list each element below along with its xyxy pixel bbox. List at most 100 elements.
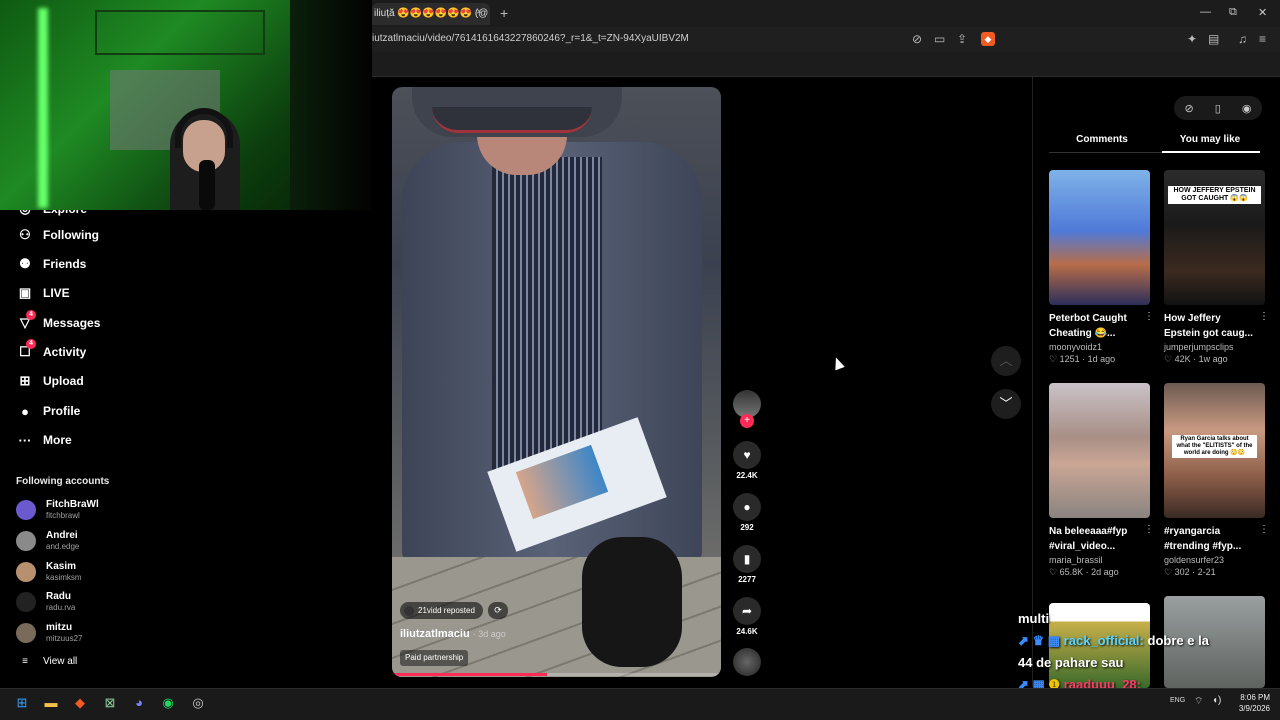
chat-badges-icon: ⬈ ♛ ▦ — [1018, 633, 1064, 648]
user-avatar-icon[interactable]: ◉ — [1242, 102, 1252, 115]
account-item[interactable]: Radu radu.rva — [16, 587, 75, 617]
suggested-video-card[interactable]: HOW JEFFERY EPSTEIN GOT CAUGHT 😱😱 How Je… — [1164, 170, 1269, 365]
video-thumbnail[interactable]: HOW JEFFERY EPSTEIN GOT CAUGHT 😱😱 — [1164, 170, 1265, 305]
spotify-icon[interactable]: ◉ — [158, 695, 178, 713]
save-count: 2277 — [738, 575, 756, 584]
sidebar-item-label: Messages — [43, 316, 101, 330]
account-item[interactable]: mitzu mitzuus27 — [16, 618, 82, 648]
card-username[interactable]: maria_brassil — [1049, 555, 1150, 565]
share-arrow-icon[interactable]: ➦ — [733, 597, 761, 625]
avatar — [16, 562, 36, 582]
more-options-icon[interactable]: ⋮ — [1259, 524, 1269, 535]
panel-divider — [1032, 77, 1033, 687]
file-explorer-icon[interactable]: ▬ — [41, 695, 61, 713]
new-tab-button[interactable]: + — [500, 5, 508, 21]
share-button[interactable]: ➦ 24.6K — [733, 597, 761, 636]
card-username[interactable]: jumperjumpsclips — [1164, 342, 1265, 352]
account-item[interactable]: FitchBraWl fitchbrawl — [16, 495, 99, 525]
music-disc-icon[interactable] — [733, 648, 761, 676]
sidebar-item-more[interactable]: ··· More — [16, 429, 72, 451]
extensions-icon[interactable]: ✦ — [1187, 32, 1197, 46]
account-item[interactable]: Kasim kasimksm — [16, 557, 82, 587]
sidebar-item-following[interactable]: ⚇ Following — [16, 224, 99, 246]
tab-close-icon[interactable]: × — [476, 6, 482, 18]
like-button[interactable]: ♥ 22.4K — [733, 441, 761, 480]
cast-icon[interactable]: ▭ — [934, 32, 945, 46]
bookmark-icon[interactable]: ▮ — [733, 545, 761, 573]
next-video-button[interactable]: ﹀ — [991, 389, 1021, 419]
tab-you-may-like[interactable]: You may like — [1157, 134, 1263, 145]
avatar — [16, 592, 36, 612]
browser-tab[interactable]: iliuță 😍😍😍😍😍😍 (@ — [372, 3, 490, 25]
video-thumbnail[interactable] — [1049, 383, 1150, 518]
windows-start-icon[interactable]: ⊞ — [12, 695, 32, 713]
card-username[interactable]: moonyvoidz1 — [1049, 342, 1150, 352]
video-thumbnail[interactable]: Ryan Garcia talks about what the "ELITIS… — [1164, 383, 1265, 518]
discord-icon[interactable]: ◕ — [129, 695, 149, 713]
follow-plus-icon[interactable]: + — [740, 414, 754, 428]
media-icon[interactable]: ♫ — [1238, 32, 1247, 46]
sidebar-item-label: Following — [43, 228, 99, 242]
wifi-icon[interactable]: ⌔ — [1194, 695, 1203, 708]
video-author[interactable]: iliutzatlmaciu · 3d ago — [400, 628, 506, 640]
thumbnail-caption: HOW JEFFERY EPSTEIN GOT CAUGHT 😱😱 — [1168, 186, 1261, 204]
video-thumbnail[interactable] — [1049, 170, 1150, 305]
volume-icon[interactable]: ◖) — [1212, 695, 1221, 706]
restore-icon[interactable]: ⧉ — [1229, 6, 1237, 19]
repost-label[interactable]: 21vidd reposted — [400, 602, 483, 619]
suggested-video-card[interactable]: Ryan Garcia talks about what the "ELITIS… — [1164, 383, 1269, 578]
sidebar-item-friends[interactable]: ⚉ Friends — [16, 253, 86, 275]
system-clock[interactable]: 8:06 PM 3/9/2026 — [1239, 692, 1270, 714]
more-icon: ··· — [18, 432, 32, 448]
minimize-icon[interactable]: — — [1200, 6, 1211, 18]
sidebar-item-upload[interactable]: ⊞ Upload — [16, 370, 84, 392]
sidebar-item-live[interactable]: ▣ LIVE — [16, 282, 70, 304]
comment-count: 292 — [740, 523, 754, 532]
card-age: 1w ago — [1198, 354, 1228, 364]
heart-icon[interactable]: ♥ — [733, 441, 761, 469]
sidebar-item-activity[interactable]: ☐ 4 Activity — [16, 339, 86, 363]
view-all-link[interactable]: ≡ View all — [16, 656, 77, 667]
url-field[interactable]: iutzatlmaciu/video/7614161643227860246?_… — [372, 33, 689, 44]
activity-badge: 4 — [26, 339, 36, 349]
close-window-icon[interactable]: ✕ — [1258, 6, 1267, 19]
video-progress-bar[interactable] — [392, 673, 721, 676]
obs-icon[interactable]: ◎ — [188, 695, 208, 713]
sidebar-toggle-icon[interactable]: ▤ — [1208, 32, 1219, 46]
account-handle: fitchbrawl — [46, 511, 80, 520]
account-item[interactable]: Andrei and.edge — [16, 526, 79, 556]
like-count: 22.4K — [736, 471, 758, 480]
sidebar-item-profile[interactable]: ● Profile — [16, 400, 80, 422]
clock-time: 8:06 PM — [1240, 693, 1270, 702]
more-options-icon[interactable]: ⋮ — [1259, 311, 1269, 322]
sidebar-item-label: Upload — [43, 374, 84, 388]
taskbar-app-icon[interactable]: ⊠ — [100, 695, 120, 713]
comment-icon[interactable]: ● — [733, 493, 761, 521]
phone-icon[interactable]: ▯ — [1215, 102, 1221, 115]
sidebar-item-messages[interactable]: ▽ 4 Messages — [16, 310, 101, 334]
page-topbar — [372, 52, 1280, 77]
language-indicator[interactable]: ENG — [1170, 697, 1185, 704]
repost-icon[interactable]: ⟳ — [488, 602, 508, 619]
brave-shield-icon[interactable]: ◆ — [981, 32, 995, 46]
compass-icon[interactable]: ⊘ — [1185, 102, 1194, 115]
author-name[interactable]: iliutzatlmaciu — [400, 628, 470, 640]
card-username[interactable]: goldensurfer23 — [1164, 555, 1265, 565]
more-options-icon[interactable]: ⋮ — [1144, 524, 1154, 535]
suggested-video-card[interactable]: Na beleeaaa#fyp #viral_video... maria_br… — [1049, 383, 1154, 578]
brave-browser-icon[interactable]: ◆ — [70, 695, 90, 713]
share-icon[interactable]: ⇪ — [957, 32, 967, 46]
mute-icon[interactable]: ⊘ — [912, 32, 922, 46]
video-player[interactable]: 21vidd reposted ⟳ iliutzatlmaciu · 3d ag… — [392, 87, 721, 677]
tab-comments[interactable]: Comments — [1049, 134, 1155, 145]
save-button[interactable]: ▮ 2277 — [733, 545, 761, 584]
previous-video-button[interactable]: ︿ — [991, 346, 1021, 376]
more-options-icon[interactable]: ⋮ — [1144, 311, 1154, 322]
video-cap-brim — [432, 107, 592, 133]
list-icon: ≡ — [22, 656, 28, 667]
comment-button[interactable]: ● 292 — [733, 493, 761, 532]
menu-icon[interactable]: ≡ — [1259, 32, 1266, 46]
chat-username: rack_official: — [1063, 633, 1144, 648]
chat-line: 44 de pahare sau — [1018, 655, 1124, 670]
suggested-video-card[interactable]: Peterbot Caught Cheating 😂... moonyvoidz… — [1049, 170, 1154, 365]
